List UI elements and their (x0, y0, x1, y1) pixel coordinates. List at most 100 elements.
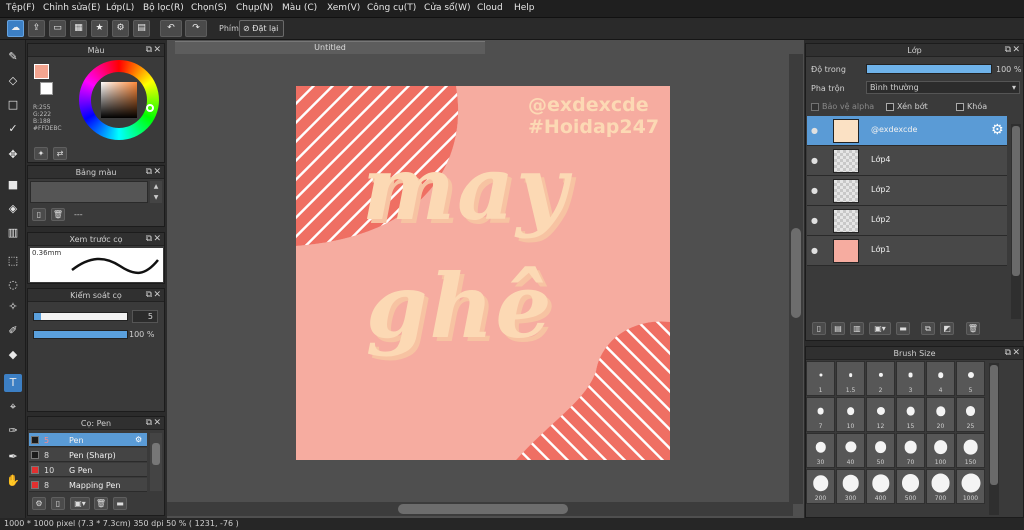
brush-size-cell[interactable]: 30 (806, 433, 835, 468)
new-brush-icon[interactable]: ▯ (51, 497, 65, 510)
brush-size-cell[interactable]: 70 (896, 433, 925, 468)
layer-opacity-slider[interactable] (866, 64, 992, 74)
close-icon[interactable]: ✕ (153, 166, 161, 179)
layer-row[interactable]: ● Lớp2 (807, 176, 1007, 206)
alpha-protect-checkbox[interactable] (811, 103, 819, 111)
merge-layer-icon[interactable]: ⧉ (921, 322, 935, 335)
bucket-tool-icon[interactable]: ◈ (4, 200, 22, 218)
brush-size-cell[interactable]: 4 (926, 361, 955, 396)
visibility-icon[interactable]: ● (811, 186, 818, 195)
hue-wheel[interactable] (79, 60, 159, 140)
brush-size-cell[interactable]: 25 (956, 397, 985, 432)
layer-mask-icon[interactable]: ◩ (940, 322, 954, 335)
menu-item[interactable]: Công cụ(T) (367, 3, 416, 13)
saturation-square[interactable] (101, 82, 137, 118)
float-panel-icon[interactable]: ⧉ (146, 233, 152, 246)
brush-size-cell[interactable]: 200 (806, 469, 835, 504)
close-icon[interactable]: ✕ (153, 289, 161, 302)
foreground-color-swatch[interactable] (34, 64, 49, 79)
close-icon[interactable]: ✕ (153, 417, 161, 430)
menu-item[interactable]: Màu (C) (282, 3, 317, 13)
clipping-checkbox[interactable] (886, 103, 894, 111)
new-vector-layer-icon[interactable]: ▤ (831, 322, 845, 335)
brush-size-cell[interactable]: 400 (866, 469, 895, 504)
select-pen-tool-icon[interactable]: ✐ (4, 322, 22, 340)
lasso-tool-icon[interactable]: ◌ (4, 276, 22, 294)
horizontal-scroll-thumb[interactable] (398, 504, 568, 514)
close-icon[interactable]: ✕ (153, 44, 161, 57)
document-tab[interactable]: Untitled (175, 41, 485, 54)
chat-icon[interactable]: ▭ (49, 20, 66, 37)
visibility-icon[interactable]: ● (811, 126, 818, 135)
menu-item[interactable]: Chọn(S) (191, 3, 227, 13)
brush-list-item[interactable]: 8 Pen (Sharp) (29, 448, 147, 462)
delete-swatch-icon[interactable]: 🗑 (51, 208, 65, 221)
select-rect-tool-icon[interactable]: □ (4, 96, 22, 114)
brush-menu-icon[interactable]: ▣▾ (70, 497, 90, 510)
layer-row[interactable]: ● Lớp1 (807, 236, 1007, 266)
visibility-icon[interactable]: ● (811, 246, 818, 255)
brush-size-cell[interactable]: 1.5 (836, 361, 865, 396)
transform-tool-icon[interactable]: ⌖ (4, 398, 22, 416)
float-panel-icon[interactable]: ⧉ (146, 417, 152, 430)
brush-size-cell[interactable]: 1000 (956, 469, 985, 504)
brush-size-cell[interactable]: 1 (806, 361, 835, 396)
reset-button[interactable]: ⊘ Đặt lại (239, 20, 284, 37)
folder-icon[interactable]: ▬ (113, 497, 127, 510)
undo-icon[interactable]: ↶ (160, 20, 182, 37)
brush-size-cell[interactable]: 7 (806, 397, 835, 432)
float-panel-icon[interactable]: ⧉ (146, 289, 152, 302)
layer-row[interactable]: ● Lớp2 (807, 206, 1007, 236)
float-panel-icon[interactable]: ⧉ (1005, 44, 1011, 57)
menu-item[interactable]: Lớp(L) (106, 3, 134, 13)
select-eraser-tool-icon[interactable]: ◆ (4, 346, 22, 364)
eraser-tool-icon[interactable]: ◇ (4, 72, 22, 90)
hand-tool-icon[interactable]: ✋ (4, 472, 22, 490)
menu-item[interactable]: Xem(V) (327, 3, 360, 13)
pipette-icon[interactable]: ✦ (34, 147, 48, 160)
float-panel-icon[interactable]: ⧉ (146, 44, 152, 57)
brush-list-item[interactable]: 10 G Pen (29, 463, 147, 477)
menu-item[interactable]: Chỉnh sửa(E) (43, 3, 100, 13)
brush-size-cell[interactable]: 12 (866, 397, 895, 432)
brush-list-scroll[interactable] (150, 433, 162, 491)
brush-tool-icon[interactable]: ✎ (4, 48, 22, 66)
new-swatch-icon[interactable]: ▯ (32, 208, 46, 221)
check-tool-icon[interactable]: ✓ (4, 120, 22, 138)
layer-row[interactable]: ● @exdexcde ⚙ (807, 116, 1007, 146)
menu-item[interactable]: Chụp(N) (236, 3, 273, 13)
swap-color-icon[interactable]: ⇄ (53, 147, 67, 160)
marquee-tool-icon[interactable]: ⬚ (4, 252, 22, 270)
delete-brush-icon[interactable]: 🗑 (94, 497, 108, 510)
delete-layer-icon[interactable]: 🗑 (966, 322, 980, 335)
close-icon[interactable]: ✕ (153, 233, 161, 246)
brush-size-cell[interactable]: 5 (956, 361, 985, 396)
layer-folder-icon[interactable]: ▬ (896, 322, 910, 335)
layers-icon[interactable]: ▦ (70, 20, 87, 37)
lock-checkbox[interactable] (956, 103, 964, 111)
close-icon[interactable]: ✕ (1012, 44, 1020, 57)
eyedropper-tool-icon[interactable]: ✑ (4, 422, 22, 440)
brush-size-cell[interactable]: 10 (836, 397, 865, 432)
brush-size-scroll[interactable] (989, 363, 999, 515)
star-icon[interactable]: ★ (91, 20, 108, 37)
artwork[interactable]: @exdexcde #Hoidap247 may ghê (296, 86, 670, 460)
export-icon[interactable]: ⇪ (28, 20, 45, 37)
visibility-icon[interactable]: ● (811, 156, 818, 165)
new-halftone-layer-icon[interactable]: ▥ (850, 322, 864, 335)
brush-size-cell[interactable]: 700 (926, 469, 955, 504)
gear-icon[interactable]: ⚙ (112, 20, 129, 37)
cloud-icon[interactable]: ☁ (7, 20, 24, 37)
background-color-swatch[interactable] (40, 82, 53, 95)
new-layer-icon[interactable]: ▯ (812, 322, 826, 335)
close-icon[interactable]: ✕ (1012, 347, 1020, 360)
palette-swatches[interactable] (30, 181, 148, 203)
blend-mode-select[interactable]: Bình thường ▾ (866, 81, 1020, 94)
brush-size-cell[interactable]: 150 (956, 433, 985, 468)
float-panel-icon[interactable]: ⧉ (146, 166, 152, 179)
redo-icon[interactable]: ↷ (185, 20, 207, 37)
brush-size-cell[interactable]: 50 (866, 433, 895, 468)
pen-tool-icon[interactable]: ✒ (4, 448, 22, 466)
brush-size-slider[interactable] (33, 312, 128, 321)
menu-item[interactable]: Cửa sổ(W) (424, 3, 470, 13)
